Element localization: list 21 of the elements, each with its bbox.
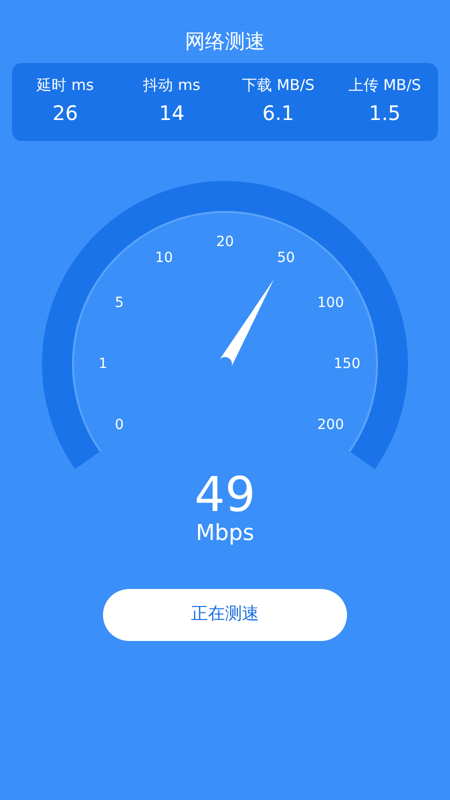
tick-label: 10 xyxy=(155,250,173,266)
speed-unit: Mbps xyxy=(196,521,254,547)
stat-value: 6.1 xyxy=(262,100,294,127)
tick-label: 50 xyxy=(277,250,295,266)
tick-label: 150 xyxy=(334,356,360,372)
stat-label: 下载 MB/S xyxy=(242,75,315,95)
testing-button[interactable]: 正在测速 xyxy=(103,589,347,641)
tick-label: 200 xyxy=(317,417,344,433)
stat-value: 14 xyxy=(159,100,184,127)
speed-reading: 49 xyxy=(194,469,256,521)
tick-label: 20 xyxy=(216,234,234,250)
tick-label: 0 xyxy=(114,417,124,433)
stat-value: 26 xyxy=(52,100,78,127)
tick-label: 100 xyxy=(317,295,344,311)
tick-label: 5 xyxy=(114,295,124,311)
stat-value: 1.5 xyxy=(368,100,401,127)
tick-label: 1 xyxy=(98,356,108,372)
stat-label: 延时 ms xyxy=(36,75,94,95)
page-title: 网络测速 xyxy=(185,28,265,55)
stat-label: 抖动 ms xyxy=(143,75,200,95)
stat-label: 上传 MB/S xyxy=(348,75,422,95)
